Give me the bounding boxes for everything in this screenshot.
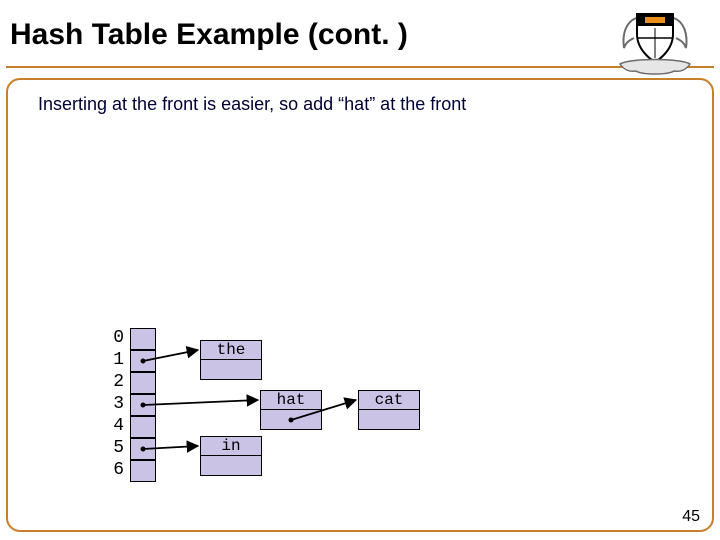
bucket-index-4: 4 <box>108 416 124 436</box>
body-text: Inserting at the front is easier, so add… <box>38 94 466 115</box>
node-hat-key: hat <box>260 390 322 410</box>
node-the-key: the <box>200 340 262 360</box>
bucket-index-3: 3 <box>108 394 124 414</box>
page-number: 45 <box>682 508 700 526</box>
node-cat-key: cat <box>358 390 420 410</box>
node-cat: cat <box>358 390 420 430</box>
bucket-index-5: 5 <box>108 438 124 458</box>
diagram-arrows <box>0 0 720 540</box>
slide-title: Hash Table Example (cont. ) <box>10 18 580 52</box>
princeton-logo <box>612 8 698 78</box>
bucket-cell-2 <box>130 372 156 394</box>
bucket-index-0: 0 <box>108 328 124 348</box>
bucket-cell-5 <box>130 438 156 460</box>
bucket-cell-3 <box>130 394 156 416</box>
node-in-next <box>200 456 262 476</box>
node-hat: hat <box>260 390 322 430</box>
bucket-index-6: 6 <box>108 460 124 480</box>
title-area: Hash Table Example (cont. ) <box>10 18 580 52</box>
node-in-key: in <box>200 436 262 456</box>
node-the-next <box>200 360 262 380</box>
node-cat-next <box>358 410 420 430</box>
bucket-cell-6 <box>130 460 156 482</box>
node-hat-next <box>260 410 322 430</box>
title-underline <box>6 66 714 68</box>
bucket-index-2: 2 <box>108 372 124 392</box>
node-in: in <box>200 436 262 476</box>
slide: Hash Table Example (cont. ) Inserting at… <box>0 0 720 540</box>
bucket-cell-0 <box>130 328 156 350</box>
shield-icon <box>612 8 698 78</box>
bucket-cell-1 <box>130 350 156 372</box>
bucket-cell-4 <box>130 416 156 438</box>
bucket-index-1: 1 <box>108 350 124 370</box>
node-the: the <box>200 340 262 380</box>
